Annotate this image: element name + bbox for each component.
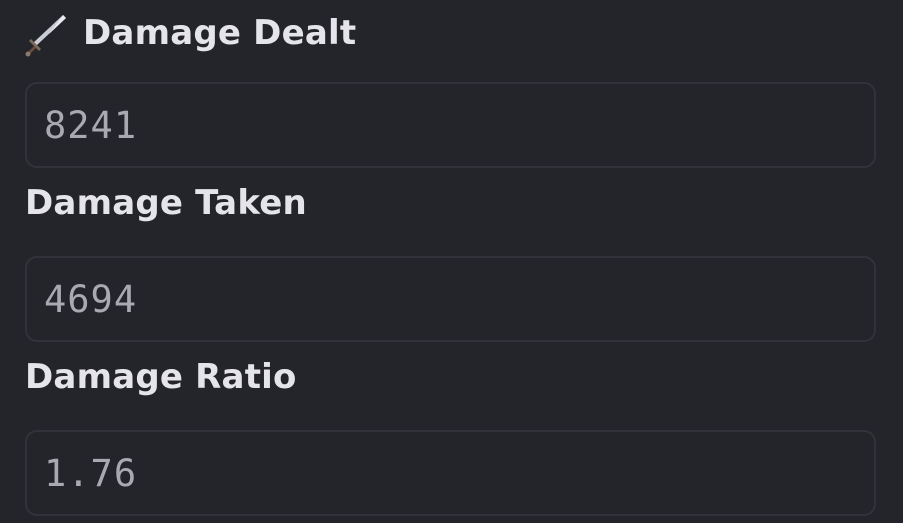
damage-dealt-value: 8241 [44, 103, 138, 147]
damage-taken-value: 4694 [44, 277, 138, 321]
damage-ratio-field[interactable]: 1.76 [25, 430, 876, 516]
damage-taken-label-text: Damage Taken [25, 183, 307, 223]
damage-dealt-field[interactable]: 8241 [25, 82, 876, 168]
damage-taken-label: Damage Taken [25, 183, 307, 223]
damage-dealt-label-text: Damage Dealt [83, 13, 357, 53]
sword-icon [23, 9, 71, 57]
damage-ratio-value: 1.76 [44, 451, 138, 495]
stats-panel: Damage Dealt 8241 Damage Taken 4694 Dama… [0, 0, 903, 523]
damage-ratio-label-text: Damage Ratio [25, 357, 297, 397]
damage-ratio-label: Damage Ratio [25, 357, 297, 397]
damage-dealt-label: Damage Dealt [25, 9, 356, 57]
damage-taken-field[interactable]: 4694 [25, 256, 876, 342]
